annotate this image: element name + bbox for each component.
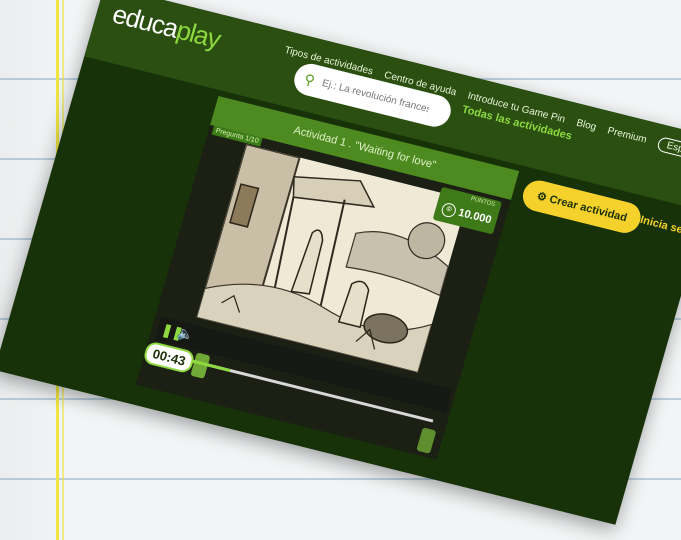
next-button[interactable] [416, 427, 437, 454]
points-value: 10.000 [456, 206, 493, 227]
educaplay-logo[interactable]: educaplay [109, 0, 224, 55]
coin-icon: © [440, 201, 458, 219]
screen-photo: educaplay ⚲ Todas las actividades Tipos … [0, 0, 681, 525]
logo-educa: educa [109, 0, 182, 44]
nav-premium[interactable]: Premium [606, 125, 648, 145]
search-icon: ⚲ [302, 70, 317, 89]
nav-blog[interactable]: Blog [575, 118, 597, 133]
login-link[interactable]: Inicia sesión [639, 214, 681, 242]
points-label: PUNTOS [469, 196, 496, 209]
language-selector[interactable]: Español [655, 136, 681, 164]
create-icon: ⚙ [535, 190, 549, 205]
create-activity-label: Crear actividad [547, 193, 629, 225]
logo-play: play [173, 14, 224, 55]
